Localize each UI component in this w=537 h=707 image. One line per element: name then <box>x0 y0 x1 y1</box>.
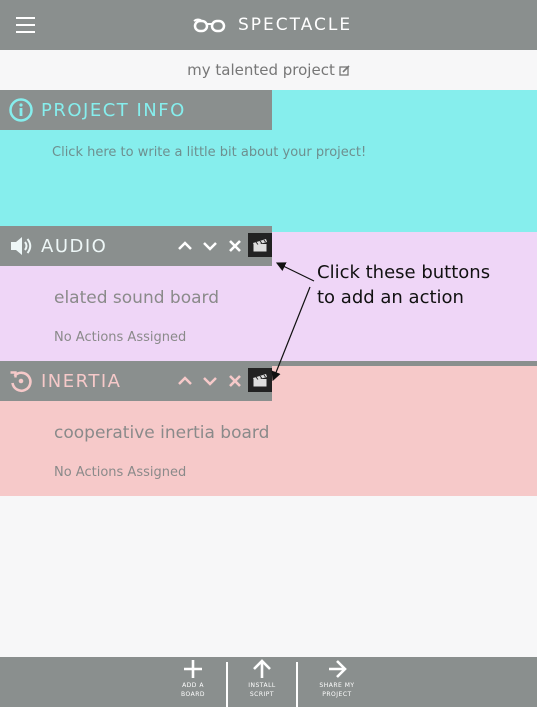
chevron-up-icon[interactable] <box>177 373 193 389</box>
share-project-label: SHARE MY PROJECT <box>319 681 354 699</box>
inertia-board-actions: No Actions Assigned <box>54 465 187 480</box>
label-line: INSTALL <box>248 682 276 689</box>
add-action-button[interactable] <box>248 233 272 257</box>
project-name-bar[interactable]: my talented project <box>0 50 537 90</box>
divider <box>226 662 228 707</box>
annotation-text: Click these buttons to add an action <box>317 260 527 310</box>
inertia-board-name[interactable]: cooperative inertia board <box>54 423 269 443</box>
audio-board-actions: No Actions Assigned <box>54 330 187 345</box>
chevron-down-icon[interactable] <box>202 238 218 254</box>
project-name[interactable]: my talented project <box>187 61 335 79</box>
project-description[interactable]: Click here to write a little bit about y… <box>52 145 366 160</box>
close-icon[interactable] <box>227 238 243 254</box>
top-bar: SPECTACLE <box>0 0 537 50</box>
project-info-title: PROJECT INFO <box>41 99 186 121</box>
add-board-button[interactable]: ADD A BOARD <box>173 657 213 707</box>
install-script-label: INSTALL SCRIPT <box>248 681 276 699</box>
hamburger-icon[interactable] <box>16 17 35 33</box>
label-line: SHARE MY <box>319 682 355 689</box>
label-line: ADD A <box>182 682 204 689</box>
glasses-icon <box>193 18 226 33</box>
edit-icon[interactable] <box>339 64 350 76</box>
label-line: BOARD <box>180 691 206 698</box>
speaker-icon <box>11 237 32 255</box>
bottom-bar: ADD A BOARD INSTALL SCRIPT SHARE MY PROJ… <box>0 657 537 707</box>
clapperboard-icon <box>253 374 267 387</box>
arrow-right-icon <box>329 660 347 678</box>
label-line: PROJECT <box>322 691 352 698</box>
project-info-header: PROJECT INFO <box>0 90 272 130</box>
close-icon[interactable] <box>227 373 243 389</box>
chevron-up-icon[interactable] <box>177 238 193 254</box>
divider <box>272 226 537 232</box>
annotation-line: to add an action <box>317 287 464 308</box>
audio-board-name[interactable]: elated sound board <box>54 288 219 308</box>
add-board-label: ADD A BOARD <box>181 681 205 699</box>
plus-icon <box>184 660 202 678</box>
clapperboard-icon <box>253 239 267 252</box>
inertia-board-title: INERTIA <box>41 370 122 392</box>
annotation-line: Click these buttons <box>317 262 491 283</box>
inertia-board: INERTIA cooperative inertia board No Act… <box>0 361 537 496</box>
rotate-icon <box>10 371 32 393</box>
add-action-button[interactable] <box>248 368 272 392</box>
divider <box>296 662 298 707</box>
brand: SPECTACLE <box>192 14 352 36</box>
info-icon <box>9 98 33 122</box>
brand-name: SPECTACLE <box>238 15 353 35</box>
install-script-button[interactable]: INSTALL SCRIPT <box>239 657 285 707</box>
audio-board-title: AUDIO <box>41 235 108 257</box>
divider <box>272 361 537 366</box>
arrow-up-icon <box>253 659 271 678</box>
chevron-down-icon[interactable] <box>202 373 218 389</box>
share-project-button[interactable]: SHARE MY PROJECT <box>311 657 363 707</box>
project-info-panel: PROJECT INFO Click here to write a littl… <box>0 90 537 226</box>
label-line: SCRIPT <box>249 691 275 698</box>
